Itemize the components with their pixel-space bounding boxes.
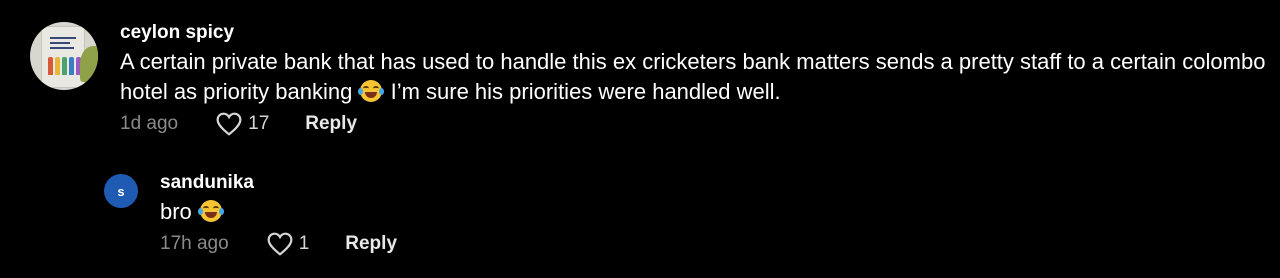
book-image	[41, 26, 85, 88]
comment-meta: 17h ago 1 Reply	[160, 229, 1260, 259]
comment-text-part: bro	[160, 199, 198, 224]
comment-body: sandunika bro 17h ago 1 Reply	[160, 172, 1260, 259]
comment-time: 17h ago	[160, 233, 229, 254]
avatar[interactable]: s	[104, 174, 138, 208]
avatar[interactable]	[30, 22, 98, 90]
heart-icon	[267, 232, 293, 256]
reply-button[interactable]: Reply	[345, 233, 397, 255]
like-count: 17	[248, 113, 270, 134]
laughing-emoji-icon	[358, 80, 385, 102]
comment-meta: 1d ago 17 Reply	[120, 109, 1270, 139]
like-button[interactable]: 1	[267, 232, 310, 256]
comment-username[interactable]: ceylon spicy	[120, 22, 1270, 44]
comment-body: ceylon spicy A certain private bank that…	[120, 22, 1270, 139]
laughing-emoji-icon	[197, 200, 224, 222]
reply-button[interactable]: Reply	[305, 113, 357, 135]
plant-leaf	[80, 46, 98, 82]
like-button[interactable]: 17	[216, 112, 269, 136]
comment-text: A certain private bank that has used to …	[120, 47, 1270, 107]
comment-text: bro	[160, 197, 1260, 227]
comment-username[interactable]: sandunika	[160, 172, 1260, 194]
comment-time: 1d ago	[120, 113, 179, 134]
heart-icon	[216, 112, 242, 136]
comment-text-part: I’m sure his priorities were handled wel…	[384, 79, 781, 104]
like-count: 1	[298, 233, 310, 254]
